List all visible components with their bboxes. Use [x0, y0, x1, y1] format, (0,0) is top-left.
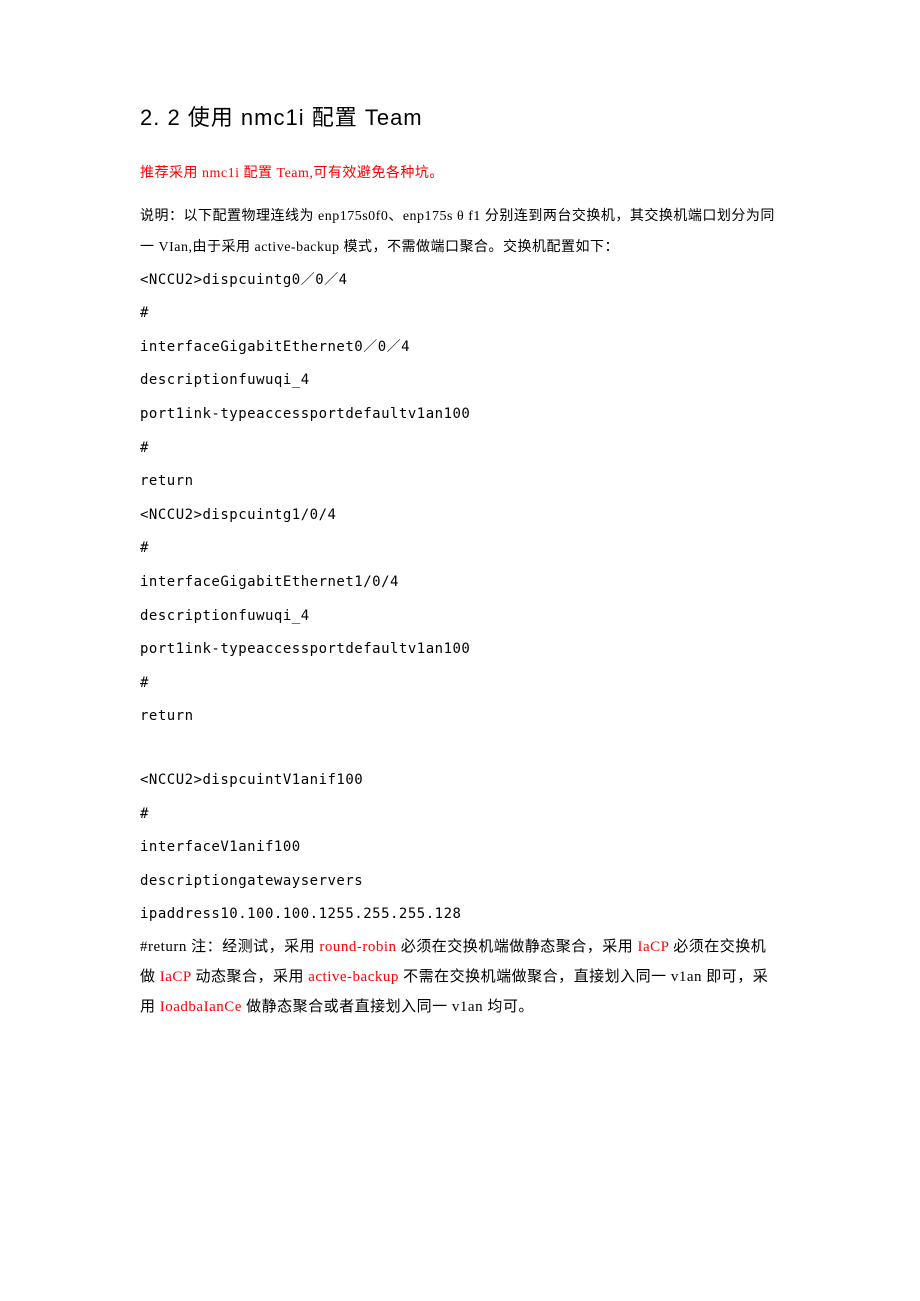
config-line: <NCCU2>dispcuintg0／0／4 — [140, 264, 780, 298]
document-page: 2. 2 使用 nmc1i 配置 Team 推荐采用 nmc1i 配置 Team… — [0, 0, 920, 1102]
note-keyword: round-robin — [319, 939, 396, 955]
config-line: port1ink-typeaccessportdefaultv1an100 — [140, 633, 780, 667]
config-line: <NCCU2>dispcuintV1anif100 — [140, 764, 780, 798]
config-line: # — [140, 297, 780, 331]
config-line: ipaddress10.100.100.1255.255.255.128 — [140, 898, 780, 932]
note-keyword: IoadbaIanCe — [160, 999, 242, 1015]
note-keyword: IaCP — [638, 939, 669, 955]
config-line: interfaceV1anif100 — [140, 831, 780, 865]
config-line: # — [140, 532, 780, 566]
footnote-paragraph: #return 注：经测试，采用 round-robin 必须在交换机端做静态聚… — [140, 932, 780, 1022]
note-keyword: IaCP — [160, 969, 191, 985]
note-text: 必须在交换机端做静态聚合，采用 — [396, 939, 637, 955]
config-line: # — [140, 667, 780, 701]
config-line: return — [140, 465, 780, 499]
intro-paragraph: 说明：以下配置物理连线为 enp175s0f0、enp175s θ f1 分别连… — [140, 202, 780, 264]
config-line: port1ink-typeaccessportdefaultv1an100 — [140, 398, 780, 432]
recommendation-line: 推荐采用 nmc1i 配置 Team,可有效避免各种坑。 — [140, 160, 780, 188]
config-line: interfaceGigabitEthernet0／0／4 — [140, 331, 780, 365]
config-line: # — [140, 432, 780, 466]
note-text: 做静态聚合或者直接划入同一 v1an 均可。 — [242, 999, 534, 1015]
config-line: descriptionfuwuqi_4 — [140, 600, 780, 634]
note-keyword: active-backup — [308, 969, 399, 985]
config-line: descriptionfuwuqi_4 — [140, 364, 780, 398]
config-line: interfaceGigabitEthernet1/0/4 — [140, 566, 780, 600]
config-line: return — [140, 700, 780, 734]
config-line: descriptiongatewayservers — [140, 865, 780, 899]
config-line: # — [140, 798, 780, 832]
blank-line — [140, 734, 780, 764]
config-line: <NCCU2>dispcuintg1/0/4 — [140, 499, 780, 533]
section-heading: 2. 2 使用 nmc1i 配置 Team — [140, 100, 780, 132]
note-text: 动态聚合，采用 — [191, 969, 308, 985]
note-text: #return 注：经测试，采用 — [140, 939, 319, 955]
